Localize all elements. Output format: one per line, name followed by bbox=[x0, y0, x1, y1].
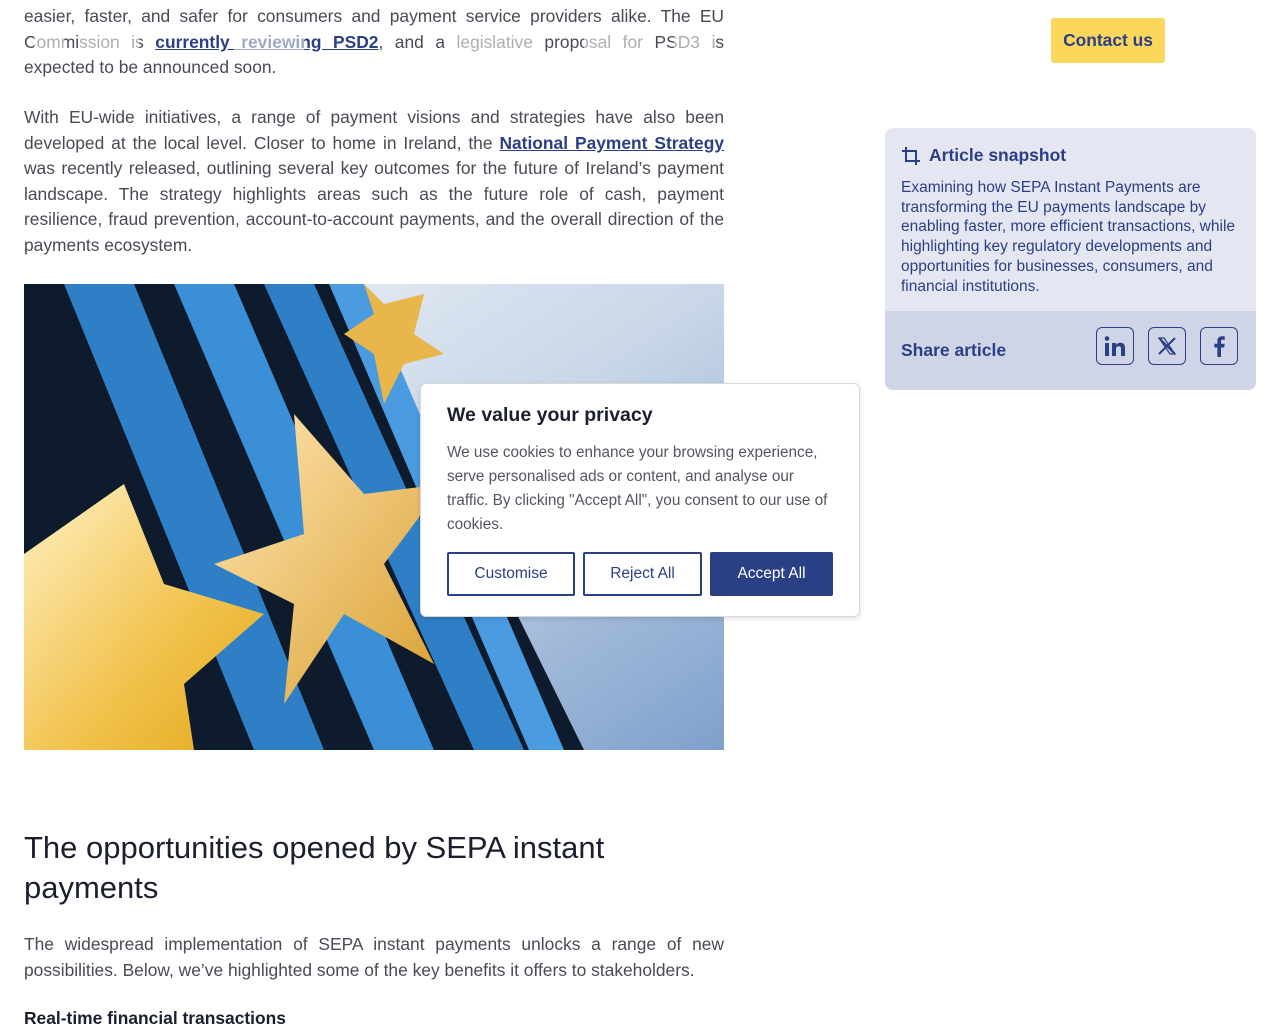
reject-all-button[interactable]: Reject All bbox=[583, 552, 702, 596]
cookie-consent-dialog: We value your privacy We use cookies to … bbox=[420, 383, 860, 617]
section-heading: The opportunities opened by SEPA instant… bbox=[24, 830, 605, 905]
customise-button[interactable]: Customise bbox=[447, 552, 575, 596]
article-paragraph: The widespread implementation of SEPA in… bbox=[24, 934, 724, 980]
linkedin-icon bbox=[1104, 336, 1125, 356]
paragraph-text: was recently released, outlining several… bbox=[24, 158, 724, 255]
paragraph-text: easier, faster, and safer for consumers … bbox=[24, 6, 724, 26]
paragraph-text: Commission is bbox=[24, 31, 156, 52]
article-snapshot-card: Article snapshot Examining how SEPA Inst… bbox=[885, 128, 1256, 390]
national-payment-strategy-link[interactable]: National Payment Strategy bbox=[499, 133, 724, 153]
snapshot-summary: Examining how SEPA Instant Payments are … bbox=[901, 179, 1236, 295]
accept-all-button[interactable]: Accept All bbox=[710, 552, 833, 596]
share-article-label: Share article bbox=[901, 340, 1007, 360]
crop-icon bbox=[902, 146, 920, 165]
share-facebook-button[interactable] bbox=[1200, 327, 1238, 365]
share-x-button[interactable] bbox=[1148, 327, 1186, 365]
snapshot-title: Article snapshot bbox=[929, 145, 1067, 165]
contact-us-button[interactable]: Contact us bbox=[1051, 18, 1165, 63]
psd2-review-link[interactable]: currently reviewing PSD2 bbox=[155, 32, 378, 52]
share-linkedin-button[interactable] bbox=[1096, 327, 1134, 365]
article-paragraph: easier, faster, and safer for consumers … bbox=[24, 4, 724, 81]
article-paragraph: With EU-wide initiatives, a range of pay… bbox=[24, 105, 724, 259]
cookie-dialog-title: We value your privacy bbox=[447, 404, 653, 426]
facebook-icon bbox=[1214, 336, 1225, 357]
snapshot-header: Article snapshot bbox=[901, 145, 1066, 166]
share-article-row: Share article bbox=[885, 311, 1256, 390]
x-icon bbox=[1157, 337, 1177, 355]
subsection-heading: Real-time financial transactions bbox=[24, 1008, 286, 1028]
cookie-dialog-text: We use cookies to enhance your browsing … bbox=[447, 444, 828, 533]
